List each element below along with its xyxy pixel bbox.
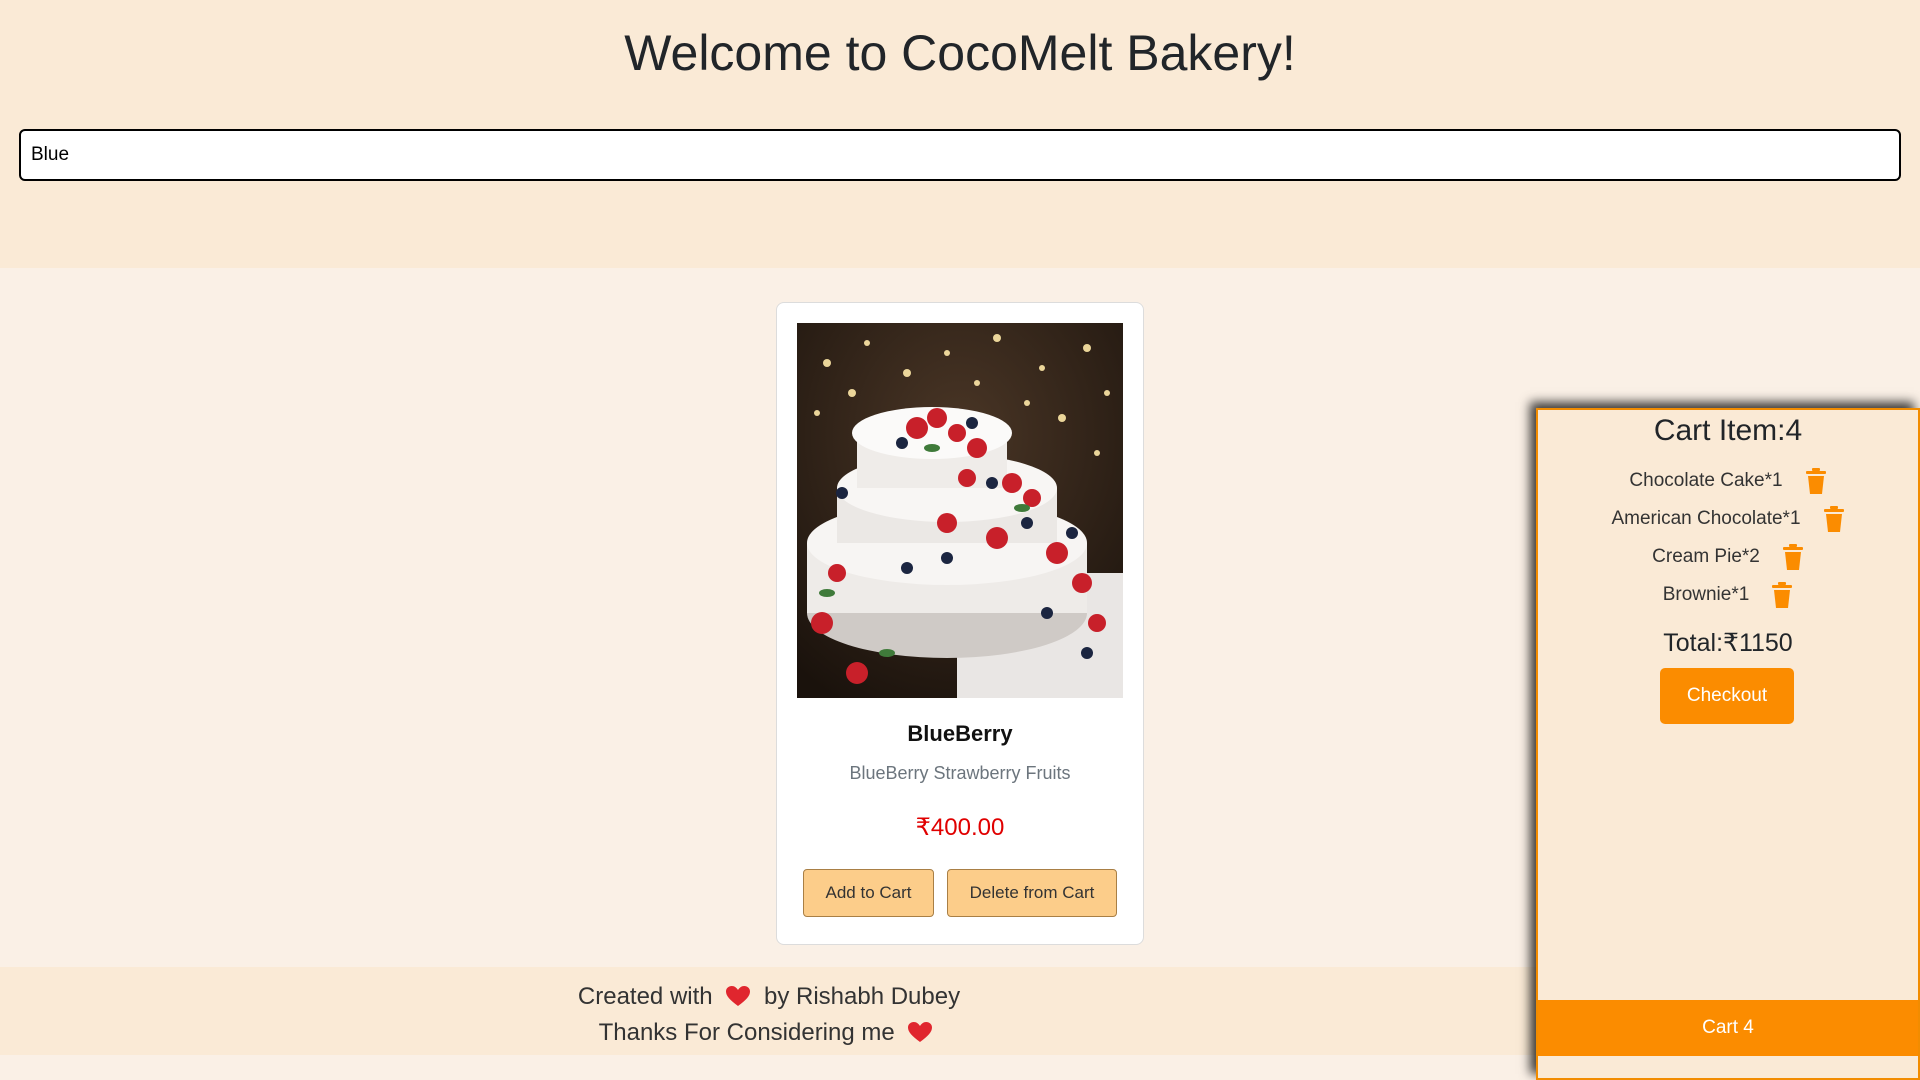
trash-icon[interactable] xyxy=(1823,506,1845,532)
cart-item-label: Cream Pie*2 xyxy=(1652,546,1760,567)
cart-item-label: Chocolate Cake*1 xyxy=(1629,470,1783,491)
product-description: BlueBerry Strawberry Fruits xyxy=(849,763,1071,783)
cart-panel: Cart Item:4 Chocolate Cake*1 American Ch… xyxy=(1536,408,1920,1080)
header: Welcome to CocoMelt Bakery! xyxy=(0,0,1920,268)
footer-credit-prefix: Created with xyxy=(577,983,713,1010)
checkout-button[interactable]: Checkout xyxy=(1660,668,1794,724)
page: Welcome to CocoMelt Bakery! Blue BlueBer… xyxy=(0,0,1920,1080)
cart-toggle-button[interactable]: Cart 4 xyxy=(1538,1000,1918,1056)
cart-item-label: Brownie*1 xyxy=(1662,584,1750,605)
product-name: BlueBerry xyxy=(907,721,1013,746)
cart-item: Cream Pie*2 xyxy=(1538,538,1918,576)
footer-credit-author: by Rishabh Dubey xyxy=(763,983,961,1010)
cart-item-label: American Chocolate*1 xyxy=(1611,508,1801,529)
trash-icon[interactable] xyxy=(1805,468,1827,494)
product-card: BlueBerry BlueBerry Strawberry Fruits ₹4… xyxy=(776,302,1144,945)
trash-icon[interactable] xyxy=(1771,582,1793,608)
cart-title: Cart Item:4 xyxy=(1653,414,1803,447)
add-to-cart-button[interactable]: Add to Cart xyxy=(803,869,934,917)
product-image xyxy=(797,323,1123,698)
page-title: Welcome to CocoMelt Bakery! xyxy=(624,25,1296,81)
cart-item: Chocolate Cake*1 xyxy=(1538,462,1918,500)
product-price: ₹400.00 xyxy=(915,814,1005,841)
footer-thanks: Thanks For Considering me xyxy=(0,1019,1538,1047)
delete-from-cart-button[interactable]: Delete from Cart xyxy=(947,869,1117,917)
footer-credit: Created with by Rishabh Dubey xyxy=(0,983,1538,1011)
heart-icon xyxy=(726,986,751,1006)
cart-total: Total:₹1150 xyxy=(1663,629,1793,657)
trash-icon[interactable] xyxy=(1782,544,1804,570)
search-input[interactable] xyxy=(19,129,1901,181)
heart-icon xyxy=(908,1022,933,1042)
footer-thanks-text: Thanks For Considering me xyxy=(598,1019,895,1046)
cart-item: American Chocolate*1 xyxy=(1538,500,1918,538)
cart-list: Chocolate Cake*1 American Chocolate*1 Cr… xyxy=(1538,462,1918,614)
cart-item: Brownie*1 xyxy=(1538,576,1918,614)
